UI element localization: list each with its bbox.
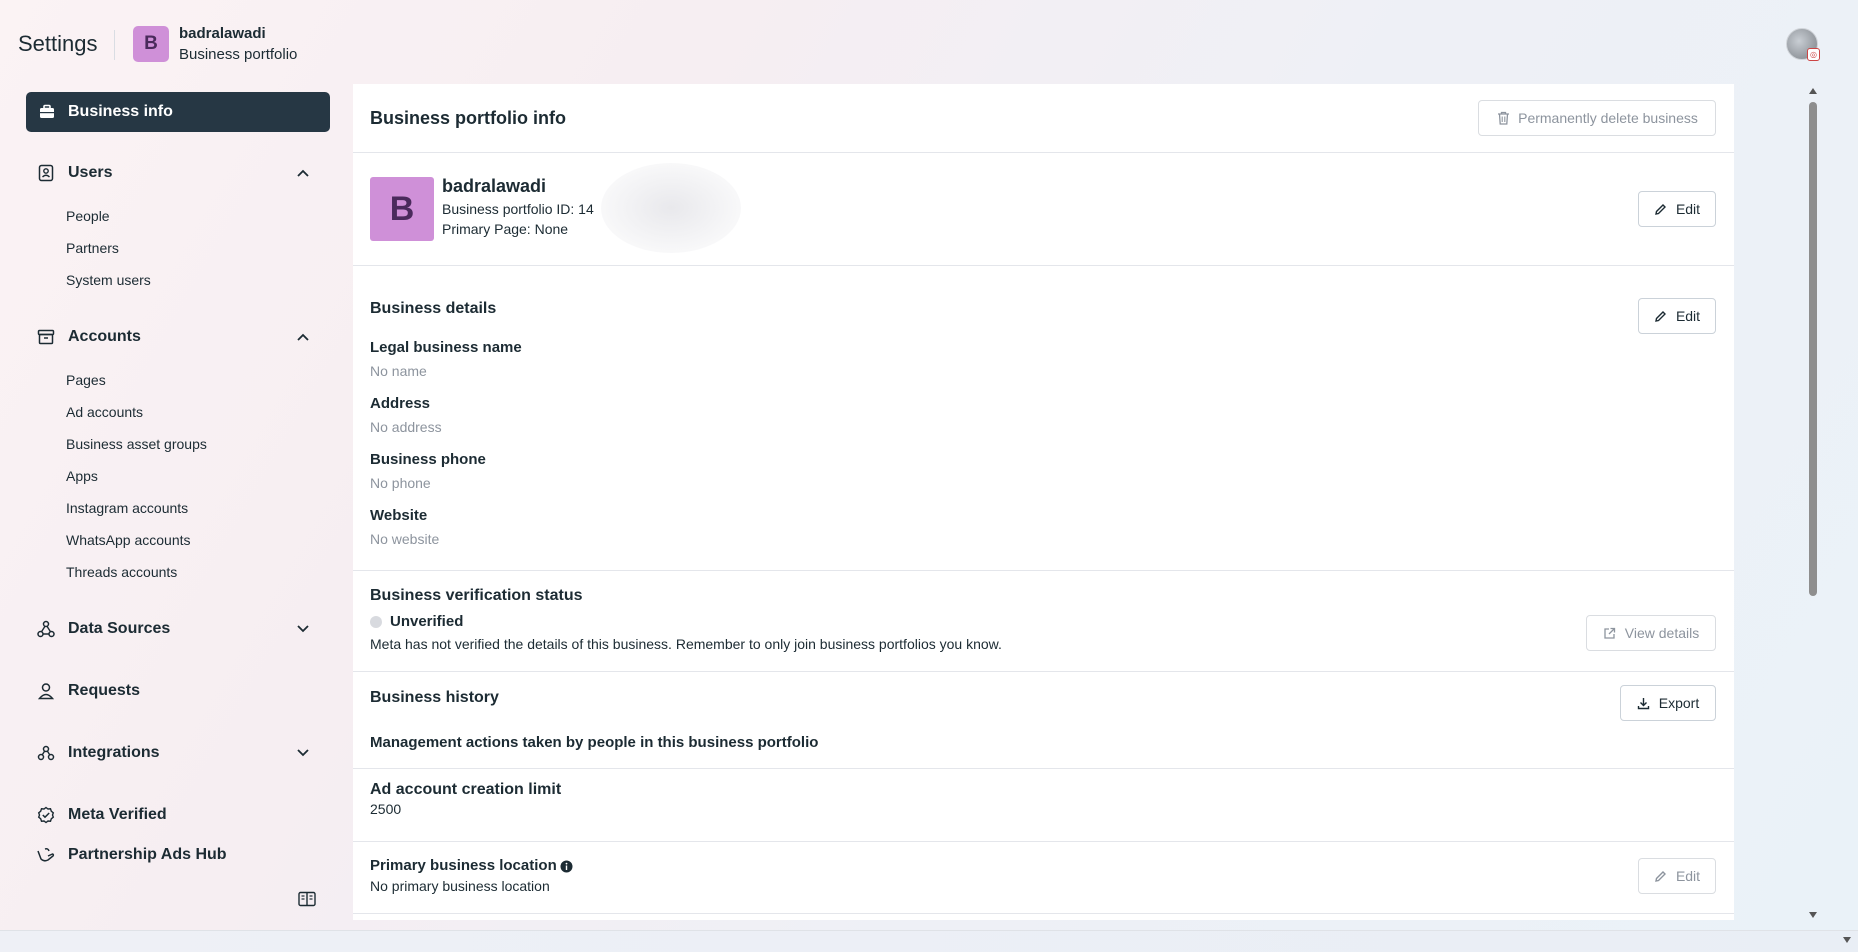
data-sources-icon — [36, 619, 56, 639]
business-details-row: Business details Edit Legal business nam… — [353, 266, 1734, 571]
redacted-blur — [601, 163, 741, 253]
sidebar-item-partnership-ads-hub[interactable]: Partnership Ads Hub — [26, 840, 330, 870]
legal-name-label: Legal business name — [370, 339, 522, 356]
page-title: Settings — [18, 31, 98, 56]
primary-location-row: Primary business location No primary bus… — [353, 842, 1734, 914]
handshake-icon — [36, 845, 56, 865]
scroll-thumb[interactable] — [1809, 102, 1817, 596]
portfolio-avatar-large: B — [370, 177, 434, 241]
scroll-up-arrow-icon[interactable] — [1809, 88, 1817, 94]
chevron-up-icon[interactable] — [294, 164, 312, 182]
address-label: Address — [370, 395, 431, 412]
sidebar-item-apps[interactable]: Apps — [66, 468, 98, 484]
sidebar-item-pages[interactable]: Pages — [66, 372, 106, 388]
location-title: Primary business location — [370, 857, 557, 874]
trash-icon — [1496, 111, 1510, 125]
pencil-icon — [1654, 869, 1668, 883]
sidebar-item-instagram-accounts[interactable]: Instagram accounts — [66, 500, 188, 516]
sidebar-item-people[interactable]: People — [66, 208, 110, 224]
history-subtitle: Management actions taken by people in th… — [370, 734, 819, 751]
instagram-badge-icon: ◎ — [1807, 48, 1820, 61]
edit-location-button[interactable]: Edit — [1638, 858, 1716, 894]
briefcase-icon — [38, 103, 56, 121]
sidebar-item-business-asset-groups[interactable]: Business asset groups — [66, 436, 207, 452]
external-link-icon — [1603, 626, 1617, 640]
header-divider — [114, 30, 115, 60]
verification-row: Business verification status Unverified … — [353, 571, 1734, 672]
portfolio-avatar[interactable]: B — [133, 26, 169, 62]
person-icon — [36, 681, 56, 701]
history-title: Business history — [370, 689, 499, 706]
scroll-down-arrow-icon[interactable] — [1809, 912, 1817, 918]
legal-name-value: No name — [370, 363, 427, 379]
permanently-delete-business-button[interactable]: Permanently delete business — [1478, 100, 1716, 136]
sidebar-item-partners[interactable]: Partners — [66, 240, 119, 256]
phone-label: Business phone — [370, 451, 486, 468]
archive-box-icon — [36, 327, 56, 347]
business-history-row: Business history Export Management actio… — [353, 672, 1734, 769]
top-bar: Settings B badralawadi Business portfoli… — [0, 0, 1858, 86]
sidebar-section-requests[interactable]: Requests — [26, 676, 330, 706]
address-value: No address — [370, 419, 442, 435]
business-details-title: Business details — [370, 300, 497, 317]
sidebar-item-business-info[interactable]: Business info — [26, 92, 330, 132]
chevron-up-icon[interactable] — [294, 328, 312, 346]
sidebar-item-meta-verified[interactable]: Meta Verified — [26, 800, 330, 830]
chevron-down-icon[interactable] — [294, 620, 312, 638]
portfolio-switcher-name[interactable]: badralawadi — [179, 25, 266, 42]
sidebar-section-data-sources[interactable]: Data Sources — [26, 614, 330, 644]
page-bottom-bar — [0, 930, 1858, 952]
main-scrollbar[interactable] — [1806, 84, 1820, 920]
view-details-button[interactable]: View details — [1586, 615, 1716, 651]
sidebar-item-threads-accounts[interactable]: Threads accounts — [66, 564, 177, 580]
sidebar-item-label: Business info — [68, 103, 173, 120]
verified-badge-icon — [36, 805, 56, 825]
sidebar-section-accounts[interactable]: Accounts — [26, 322, 330, 352]
collapse-sidebar-icon[interactable] — [298, 891, 316, 907]
phone-value: No phone — [370, 475, 431, 491]
sidebar-item-system-users[interactable]: System users — [66, 272, 151, 288]
ad-limit-row: Ad account creation limit 2500 — [353, 769, 1734, 842]
pencil-icon — [1654, 202, 1668, 216]
sidebar-item-ad-accounts[interactable]: Ad accounts — [66, 404, 143, 420]
ad-limit-title: Ad account creation limit — [370, 781, 562, 798]
status-dot — [370, 616, 382, 628]
verification-status: Unverified — [390, 613, 464, 630]
portfolio-name: badralawadi — [442, 176, 547, 196]
edit-business-details-button[interactable]: Edit — [1638, 298, 1716, 334]
user-avatar[interactable]: ◎ — [1786, 28, 1820, 61]
website-value: No website — [370, 531, 440, 547]
info-icon[interactable] — [560, 860, 573, 873]
integrations-icon — [36, 743, 56, 763]
section-title: Business portfolio info — [370, 108, 566, 128]
portfolio-switcher-type[interactable]: Business portfolio — [179, 46, 297, 63]
download-icon — [1637, 696, 1651, 710]
sidebar-section-users[interactable]: Users — [26, 158, 330, 188]
chevron-down-icon[interactable] — [294, 744, 312, 762]
website-label: Website — [370, 507, 428, 524]
user-badge-icon — [36, 163, 56, 183]
page-scroll-down-icon[interactable] — [1843, 937, 1851, 943]
sidebar-section-integrations[interactable]: Integrations — [26, 738, 330, 768]
edit-profile-button[interactable]: Edit — [1638, 191, 1716, 227]
location-value: No primary business location — [370, 878, 550, 894]
ad-limit-value: 2500 — [370, 801, 402, 817]
verification-title: Business verification status — [370, 587, 583, 604]
portfolio-info-header: Business portfolio info Permanently dele… — [353, 84, 1734, 153]
verification-description: Meta has not verified the details of thi… — [370, 636, 1002, 652]
portfolio-id: Business portfolio ID: 14 — [442, 201, 594, 217]
main-panel: Business portfolio info Permanently dele… — [353, 84, 1734, 920]
pencil-icon — [1654, 309, 1668, 323]
primary-page: Primary Page: None — [442, 221, 569, 237]
portfolio-profile-row: B badralawadi Business portfolio ID: 14 … — [353, 153, 1734, 266]
export-button[interactable]: Export — [1620, 685, 1716, 721]
sidebar-item-whatsapp-accounts[interactable]: WhatsApp accounts — [66, 532, 191, 548]
